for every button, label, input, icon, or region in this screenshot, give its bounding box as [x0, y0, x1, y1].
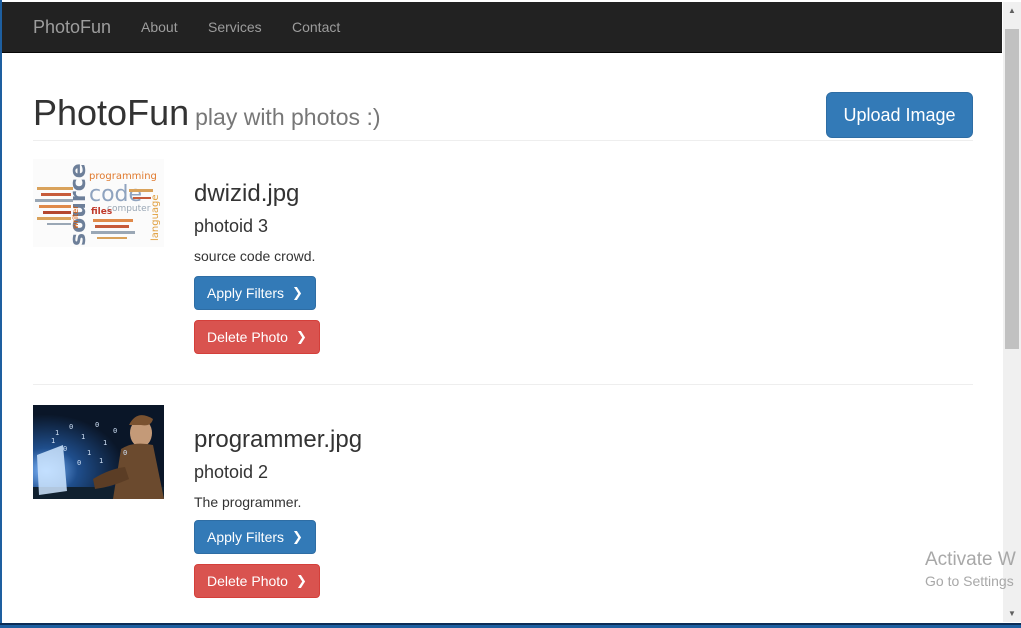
svg-text:1: 1 [55, 429, 59, 437]
svg-text:language: language [150, 194, 161, 241]
page-subtitle: play with photos :) [195, 104, 381, 130]
page-title-text: PhotoFun [33, 92, 190, 133]
photo-name: programmer.jpg [194, 426, 363, 453]
page-title: PhotoFun play with photos :) [33, 92, 381, 134]
watermark-title: Activate W [925, 549, 1016, 570]
photo-id: photoid 3 [194, 216, 269, 236]
divider [33, 384, 973, 385]
svg-text:programming: programming [89, 171, 157, 182]
delete-photo-label: Delete Photo [207, 329, 288, 345]
chevron-right-icon: ❯ [295, 573, 307, 588]
vertical-scrollbar[interactable]: ▲ ▼ [1003, 2, 1021, 622]
svg-text:1: 1 [87, 449, 91, 457]
svg-text:source: source [66, 163, 91, 246]
scroll-thumb[interactable] [1005, 29, 1019, 349]
svg-text:1: 1 [81, 433, 85, 441]
scroll-up-icon[interactable]: ▲ [1003, 2, 1021, 19]
photo-item: programming code source computer files l… [33, 159, 973, 359]
chevron-right-icon: ❯ [295, 329, 307, 344]
svg-text:computer: computer [107, 204, 151, 214]
svg-text:0: 0 [95, 421, 99, 429]
upload-image-button[interactable]: Upload Image [826, 92, 973, 138]
photo-item: 101 001 100 110 programmer.jpg photoid 2… [33, 405, 973, 605]
page-header: PhotoFun play with photos :) Upload Image [33, 90, 973, 141]
svg-text:1: 1 [103, 439, 107, 447]
delete-photo-button[interactable]: Delete Photo ❯ [194, 320, 320, 354]
photo-id: photoid 2 [194, 462, 269, 482]
chevron-right-icon: ❯ [292, 285, 303, 300]
chevron-right-icon: ❯ [292, 529, 303, 544]
watermark-subtitle: Go to Settings [925, 573, 1014, 589]
svg-text:1: 1 [99, 457, 103, 465]
delete-photo-button[interactable]: Delete Photo ❯ [194, 564, 320, 598]
photo-thumbnail[interactable]: programming code source computer files l… [33, 159, 164, 247]
svg-text:0: 0 [69, 423, 73, 431]
svg-text:writer: writer [71, 205, 80, 229]
navbar-brand[interactable]: PhotoFun [33, 17, 111, 38]
svg-text:0: 0 [63, 445, 67, 453]
window-frame-left [0, 0, 2, 628]
photo-name: dwizid.jpg [194, 180, 300, 207]
photo-description: source code crowd. [194, 248, 316, 264]
scroll-down-icon[interactable]: ▼ [1003, 605, 1021, 622]
svg-text:files: files [91, 207, 112, 217]
svg-text:1: 1 [51, 437, 55, 445]
nav-link-contact[interactable]: Contact [292, 19, 340, 35]
navbar: PhotoFun About Services Contact [2, 2, 1002, 53]
apply-filters-label: Apply Filters [207, 529, 285, 545]
apply-filters-button[interactable]: Apply Filters ❯ [194, 276, 316, 310]
apply-filters-label: Apply Filters [207, 285, 285, 301]
svg-text:0: 0 [123, 449, 127, 457]
nav-link-about[interactable]: About [141, 19, 178, 35]
photo-description: The programmer. [194, 494, 302, 510]
word-cloud-image: programming code source computer files l… [33, 159, 164, 247]
photo-thumbnail[interactable]: 101 001 100 110 [33, 405, 164, 499]
nav-link-services[interactable]: Services [208, 19, 262, 35]
activation-watermark: Activate W Go to Settings [925, 549, 1016, 589]
svg-text:0: 0 [77, 459, 81, 467]
apply-filters-button[interactable]: Apply Filters ❯ [194, 520, 316, 554]
delete-photo-label: Delete Photo [207, 573, 288, 589]
svg-text:0: 0 [113, 427, 117, 435]
programmer-image: 101 00 1 100 110 [33, 405, 164, 499]
